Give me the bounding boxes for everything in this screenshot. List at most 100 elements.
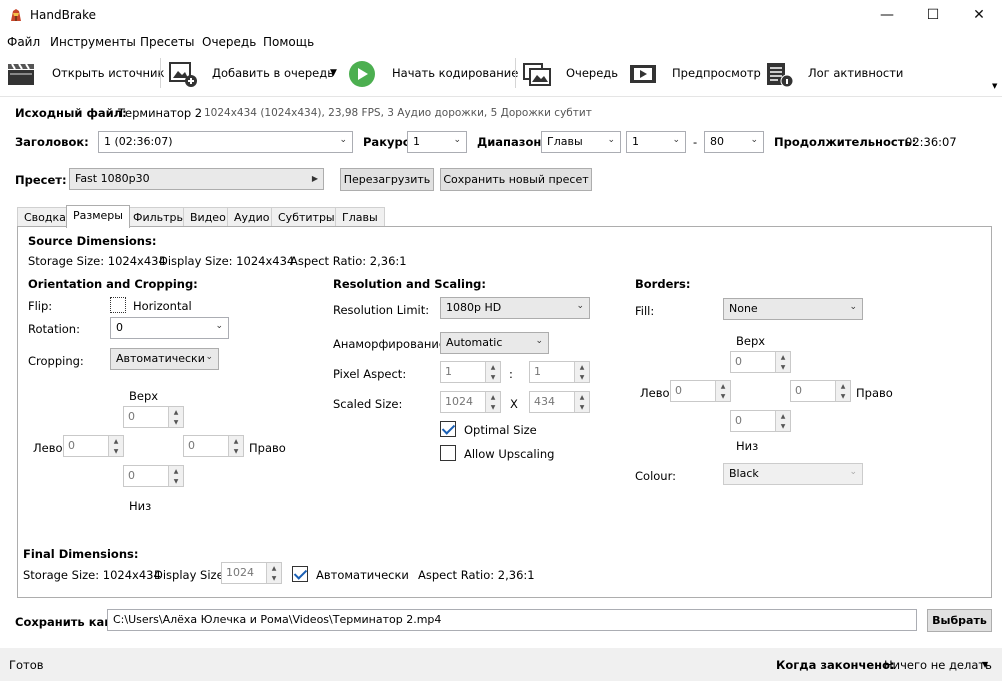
spin-up-icon[interactable]: ▲ — [775, 352, 790, 362]
tab-subtitles[interactable]: Субтитры — [271, 207, 342, 227]
preview-icon[interactable] — [628, 60, 658, 88]
spin-up-icon[interactable]: ▲ — [485, 362, 500, 372]
colour-select[interactable]: Black ⌄ — [723, 463, 863, 485]
browse-button[interactable]: Выбрать — [927, 609, 992, 632]
spin-up-icon[interactable]: ▲ — [168, 407, 183, 417]
angle-select[interactable]: 1 ⌄ — [407, 131, 467, 153]
tab-dimensions[interactable]: Размеры — [66, 205, 130, 228]
pixel-aspect-width-stepper[interactable]: 1 ▲ ▼ — [440, 361, 501, 383]
resolution-limit-select[interactable]: 1080p HD ⌄ — [440, 297, 590, 319]
border-top-stepper[interactable]: 0 ▲ ▼ — [730, 351, 791, 373]
tab-summary[interactable]: Сводка — [17, 207, 73, 227]
spin-down-icon[interactable]: ▼ — [485, 402, 500, 412]
spin-down-icon[interactable]: ▼ — [228, 446, 243, 456]
menu-help[interactable]: Помощь — [263, 35, 314, 49]
spin-up-icon[interactable]: ▲ — [574, 392, 589, 402]
add-queue-dropdown-icon[interactable]: ▼ — [330, 68, 337, 78]
spin-up-icon[interactable]: ▲ — [485, 392, 500, 402]
title-select[interactable]: 1 (02:36:07) ⌄ — [98, 131, 353, 153]
pixel-aspect-height-stepper[interactable]: 1 ▲ ▼ — [529, 361, 590, 383]
start-encode-button[interactable]: Начать кодирование — [392, 66, 518, 80]
toolbar-overflow-icon[interactable]: ▼ — [992, 82, 997, 90]
activity-log-icon[interactable] — [764, 60, 794, 88]
save-path-value: C:\Users\Алёха Юлечка и Рома\Videos\Терм… — [113, 613, 442, 626]
toolbar: Открыть источник Добавить в очередь ▼ На… — [0, 54, 1002, 94]
flip-horizontal-checkbox[interactable] — [110, 297, 126, 313]
preset-selector[interactable]: Fast 1080p30 ▶ — [69, 168, 324, 190]
chevron-down-icon: ⌄ — [339, 135, 347, 145]
spin-up-icon[interactable]: ▲ — [775, 411, 790, 421]
tab-chapters[interactable]: Главы — [335, 207, 385, 227]
tab-audio[interactable]: Аудио — [227, 207, 277, 227]
final-auto-checkbox[interactable] — [292, 566, 308, 582]
spin-up-icon[interactable]: ▲ — [715, 381, 730, 391]
menu-presets[interactable]: Пресеты — [140, 35, 194, 49]
range-end-select[interactable]: 80 ⌄ — [704, 131, 764, 153]
reload-preset-button[interactable]: Перезагрузить — [340, 168, 434, 191]
spin-down-icon[interactable]: ▼ — [168, 417, 183, 427]
activity-log-button[interactable]: Лог активности — [808, 66, 903, 80]
cropping-value: Автоматически — [116, 352, 205, 365]
crop-left-stepper[interactable]: 0 ▲ ▼ — [63, 435, 124, 457]
minimize-button[interactable]: — — [864, 0, 910, 30]
final-display-stepper[interactable]: 1024 ▲ ▼ — [221, 562, 282, 584]
spin-down-icon[interactable]: ▼ — [715, 391, 730, 401]
spin-up-icon[interactable]: ▲ — [168, 466, 183, 476]
spin-up-icon[interactable]: ▲ — [108, 436, 123, 446]
border-bottom-stepper[interactable]: 0 ▲ ▼ — [730, 410, 791, 432]
border-left-value: 0 — [675, 384, 682, 397]
spin-down-icon[interactable]: ▼ — [835, 391, 850, 401]
tab-video[interactable]: Видео — [183, 207, 233, 227]
spin-down-icon[interactable]: ▼ — [168, 476, 183, 486]
spin-down-icon[interactable]: ▼ — [574, 402, 589, 412]
crop-bottom-stepper[interactable]: 0 ▲ ▼ — [123, 465, 184, 487]
spin-up-icon[interactable]: ▲ — [835, 381, 850, 391]
cropping-select[interactable]: Автоматически ⌄ — [110, 348, 219, 370]
fill-select[interactable]: None ⌄ — [723, 298, 863, 320]
queue-icon[interactable] — [522, 60, 552, 88]
border-left-stepper[interactable]: 0 ▲ ▼ — [670, 380, 731, 402]
open-source-button[interactable]: Открыть источник — [52, 66, 164, 80]
angle-value: 1 — [413, 135, 420, 148]
when-done-dropdown-icon[interactable]: ▼ — [982, 660, 988, 669]
chevron-down-icon: ⌄ — [849, 467, 857, 477]
add-to-queue-button[interactable]: Добавить в очередь — [212, 66, 334, 80]
start-encode-icon[interactable] — [348, 60, 376, 88]
crop-right-stepper[interactable]: 0 ▲ ▼ — [183, 435, 244, 457]
optimal-size-checkbox[interactable] — [440, 421, 456, 437]
add-to-queue-icon[interactable] — [168, 60, 198, 88]
border-right-stepper[interactable]: 0 ▲ ▼ — [790, 380, 851, 402]
scaled-width-stepper[interactable]: 1024 ▲ ▼ — [440, 391, 501, 413]
queue-button[interactable]: Очередь — [566, 66, 618, 80]
spin-down-icon[interactable]: ▼ — [485, 372, 500, 382]
spin-down-icon[interactable]: ▼ — [108, 446, 123, 456]
minimize-icon: — — [880, 7, 894, 23]
spin-down-icon[interactable]: ▼ — [574, 372, 589, 382]
spin-up-icon[interactable]: ▲ — [266, 563, 281, 573]
preview-button[interactable]: Предпросмотр — [672, 66, 761, 80]
save-path-input[interactable]: C:\Users\Алёха Юлечка и Рома\Videos\Терм… — [107, 609, 917, 631]
spin-up-icon[interactable]: ▲ — [228, 436, 243, 446]
spin-down-icon[interactable]: ▼ — [775, 362, 790, 372]
spin-up-icon[interactable]: ▲ — [574, 362, 589, 372]
menu-queue[interactable]: Очередь — [202, 35, 256, 49]
range-type-select[interactable]: Главы ⌄ — [541, 131, 621, 153]
anamorphic-select[interactable]: Automatic ⌄ — [440, 332, 549, 354]
maximize-button[interactable]: ☐ — [910, 0, 956, 30]
menu-file[interactable]: Файл — [7, 35, 40, 49]
close-button[interactable]: ✕ — [956, 0, 1002, 30]
clapperboard-icon[interactable] — [6, 60, 36, 88]
when-done-value[interactable]: Ничего не делать — [884, 658, 992, 672]
optimal-size-label: Optimal Size — [464, 423, 537, 437]
menu-tools[interactable]: Инструменты — [50, 35, 136, 49]
scaled-height-stepper[interactable]: 434 ▲ ▼ — [529, 391, 590, 413]
save-new-preset-button[interactable]: Сохранить новый пресет — [440, 168, 592, 191]
allow-upscaling-checkbox[interactable] — [440, 445, 456, 461]
final-dimensions-title: Final Dimensions: — [23, 547, 139, 561]
range-start-select[interactable]: 1 ⌄ — [626, 131, 686, 153]
spin-down-icon[interactable]: ▼ — [775, 421, 790, 431]
chevron-down-icon: ⌄ — [453, 135, 461, 145]
spin-down-icon[interactable]: ▼ — [266, 573, 281, 583]
crop-top-stepper[interactable]: 0 ▲ ▼ — [123, 406, 184, 428]
rotation-select[interactable]: 0 ⌄ — [110, 317, 229, 339]
